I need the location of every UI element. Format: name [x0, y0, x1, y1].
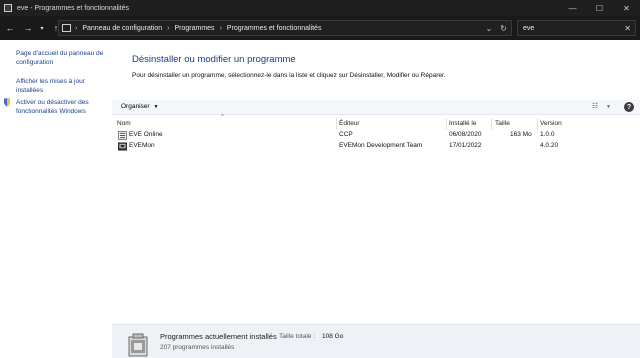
- link-line: installées: [16, 87, 44, 94]
- recent-locations-button[interactable]: ▾: [36, 21, 48, 35]
- program-publisher: CCP: [339, 131, 353, 138]
- column-header-name[interactable]: Nom: [117, 120, 131, 130]
- link-line: Afficher les mises à jour: [16, 78, 85, 85]
- eve-online-icon: [118, 131, 127, 140]
- close-button[interactable]: ✕: [613, 0, 640, 16]
- arrow-right-icon: →: [23, 23, 33, 33]
- shield-icon: [4, 98, 10, 107]
- breadcrumb-separator-icon: ›: [75, 24, 78, 32]
- program-size: 163 Mo: [510, 131, 532, 138]
- column-header-installed[interactable]: Installé le: [449, 120, 476, 130]
- control-panel-icon: [4, 4, 12, 12]
- program-publisher: EVEMon Development Team: [339, 142, 423, 149]
- view-details-icon[interactable]: ☷: [592, 102, 598, 110]
- column-divider[interactable]: [537, 118, 538, 130]
- refresh-icon[interactable]: ↻: [500, 24, 507, 33]
- arrow-left-icon: ←: [5, 23, 15, 33]
- breadcrumb-programs-features[interactable]: Programmes et fonctionnalités: [227, 25, 322, 32]
- breadcrumb-separator-icon: ›: [219, 24, 222, 32]
- address-dropdown-icon[interactable]: ⌄: [486, 24, 493, 33]
- program-version: 1.0.0: [540, 131, 555, 138]
- back-button[interactable]: ←: [4, 21, 16, 35]
- installed-programs-icon: [128, 333, 148, 357]
- sort-ascending-icon: ^: [221, 114, 224, 120]
- command-bar: Organiser ▼ ☷ ▼ ?: [112, 100, 640, 115]
- control-panel-home-link[interactable]: Page d'accueil du panneau de configurati…: [16, 49, 103, 67]
- details-pane: Programmes actuellement installés Taille…: [112, 324, 640, 358]
- column-divider[interactable]: [491, 118, 492, 130]
- breadcrumb-control-panel[interactable]: Panneau de configuration: [82, 25, 162, 32]
- address-bar[interactable]: › Panneau de configuration › Programmes …: [58, 20, 512, 36]
- installed-count: 207 programmes installés: [160, 344, 235, 351]
- left-task-pane: Page d'accueil du panneau de configurati…: [0, 40, 112, 324]
- view-options-dropdown-icon[interactable]: ▼: [606, 104, 611, 110]
- window-title: eve - Programmes et fonctionnalités: [17, 4, 130, 12]
- help-icon[interactable]: ?: [624, 102, 634, 112]
- program-installed-date: 06/08/2020: [449, 131, 482, 138]
- link-line: Activer ou désactiver des: [16, 99, 89, 106]
- program-installed-date: 17/01/2022: [449, 142, 482, 149]
- total-size-label: Taille totale :: [279, 333, 316, 340]
- organise-label: Organiser: [121, 103, 150, 110]
- details-title: Programmes actuellement installés: [160, 332, 277, 341]
- windows-features-link[interactable]: Activer ou désactiver des fonctionnalité…: [16, 98, 89, 116]
- title-bar: eve - Programmes et fonctionnalités — ☐ …: [0, 0, 640, 16]
- column-header-publisher[interactable]: Éditeur: [339, 120, 360, 130]
- search-value: eve: [523, 24, 535, 32]
- breadcrumb-separator-icon: ›: [167, 24, 170, 32]
- table-row[interactable]: EVE Online CCP 06/08/2020 163 Mo 1.0.0: [112, 131, 640, 141]
- column-divider[interactable]: [336, 118, 337, 130]
- link-line: Page d'accueil du panneau de: [16, 50, 104, 57]
- link-line: fonctionnalités Windows: [16, 108, 86, 115]
- breadcrumb-programs[interactable]: Programmes: [174, 25, 214, 32]
- total-size-value: 108 Go: [322, 333, 344, 340]
- organise-button[interactable]: Organiser ▼: [121, 103, 159, 110]
- address-toolbar: ← → ▾ ↑ › Panneau de configuration › Pro…: [0, 16, 640, 40]
- chevron-down-icon: ▾: [40, 25, 44, 32]
- program-name: EVE Online: [129, 131, 163, 138]
- view-installed-updates-link[interactable]: Afficher les mises à jour installées: [16, 77, 85, 95]
- column-divider[interactable]: [446, 118, 447, 130]
- minimize-button[interactable]: —: [559, 0, 586, 16]
- control-panel-folder-icon: [62, 24, 71, 32]
- clear-search-icon[interactable]: ✕: [624, 24, 631, 33]
- column-header-size[interactable]: Taille: [495, 120, 510, 130]
- program-version: 4.0.20: [540, 142, 559, 149]
- program-name: EVEMon: [129, 142, 155, 149]
- link-line: configuration: [16, 59, 54, 66]
- page-description: Pour désinstaller un programme, sélectio…: [132, 72, 446, 79]
- chevron-down-icon: ▼: [153, 104, 159, 110]
- column-header-version[interactable]: Version: [540, 120, 562, 130]
- maximize-button[interactable]: ☐: [586, 0, 613, 16]
- table-row[interactable]: EVEMon EVEMon Development Team 17/01/202…: [112, 142, 640, 152]
- forward-button[interactable]: →: [22, 21, 34, 35]
- evemon-icon: [118, 142, 127, 151]
- search-input[interactable]: eve ✕: [517, 20, 636, 36]
- page-title: Désinstaller ou modifier un programme: [132, 54, 296, 65]
